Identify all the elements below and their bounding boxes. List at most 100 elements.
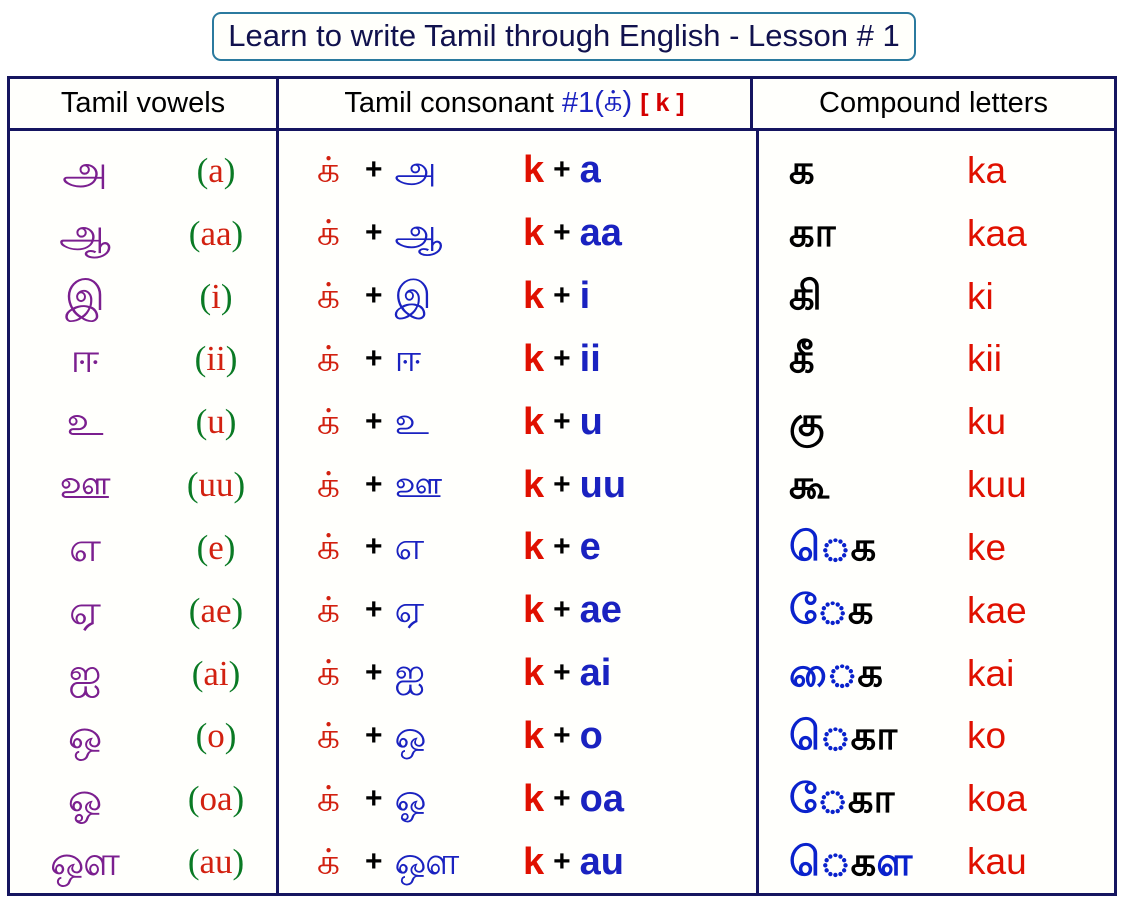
vowel-latin-glyph: ai bbox=[579, 652, 612, 695]
plus-sign: + bbox=[365, 844, 383, 878]
vowel-glyph: எ bbox=[394, 526, 425, 569]
vowel-glyph: ஏ bbox=[394, 589, 425, 632]
consonant-tamil-expression: க் + உ bbox=[279, 403, 511, 441]
vowel-row: ஔ (au) bbox=[10, 830, 276, 893]
compound-transliteration: kii bbox=[967, 338, 1002, 380]
compound-glyph: ெகள bbox=[759, 842, 949, 882]
vowel-translit-text: a bbox=[208, 150, 224, 190]
consonant-glyph: க் bbox=[317, 149, 341, 191]
plus-sign: + bbox=[365, 530, 383, 564]
consonant-latin-glyph: k bbox=[523, 337, 545, 380]
paren-close: ) bbox=[232, 779, 245, 819]
plus-sign: + bbox=[553, 467, 571, 501]
paren-open: ( bbox=[187, 779, 200, 819]
vowel-transliteration: (ii) bbox=[160, 341, 272, 376]
consonant-latin-glyph: k bbox=[523, 652, 545, 695]
compound-glyph: கா bbox=[759, 213, 949, 253]
consonant-list: க் + அ k + a க் + ஆ k + aa க் + இ k + i க் + ஈ k + ii க் + உ k + u க் +… bbox=[279, 131, 756, 893]
plus-sign: + bbox=[553, 593, 571, 627]
consonant-latin-expression: k + u bbox=[511, 403, 756, 441]
consonant-latin-glyph: k bbox=[523, 400, 545, 443]
vowel-glyph: அ bbox=[62, 146, 108, 193]
consonant-latin-glyph: k bbox=[523, 275, 545, 318]
compound-transliteration: kae bbox=[967, 589, 1027, 631]
compound-transliteration: ka bbox=[967, 149, 1007, 191]
consonant-glyph: க் bbox=[317, 777, 341, 819]
plus-sign: + bbox=[365, 781, 383, 815]
vowel-row: ஒ (o) bbox=[10, 704, 276, 767]
consonant-latin-expression: k + o bbox=[511, 717, 756, 755]
vowel-latin-glyph: ae bbox=[579, 589, 622, 632]
consonant-tamil-expression: க் + இ bbox=[279, 277, 511, 315]
compound-transliteration: ko bbox=[967, 715, 1007, 757]
vowel-sign-prefix: ெ bbox=[789, 525, 851, 570]
consonant-glyph: க் bbox=[317, 275, 341, 317]
consonant-latin-glyph: k bbox=[523, 777, 545, 820]
vowel-glyph: ஐ bbox=[394, 652, 426, 695]
compound-transliteration: ku bbox=[967, 401, 1007, 443]
vowel-glyph: ஐ bbox=[68, 649, 102, 696]
paren-open: ( bbox=[199, 276, 212, 316]
vowel-glyph: ஓ bbox=[394, 777, 427, 820]
vowel-translit-text: uu bbox=[198, 465, 234, 505]
compound-list: கkaகாkaaகிkiகீkiiகுkuகூkuuெகkeேகkaeைகkai… bbox=[759, 131, 1114, 893]
vowel-translit-text: ii bbox=[206, 339, 226, 379]
column-compound-letters: கkaகாkaaகிkiகீkiiகுkuகூkuuெகkeேகkaeைகkai… bbox=[759, 131, 1114, 893]
paren-close: ) bbox=[223, 150, 236, 190]
consonant-latin-glyph: k bbox=[523, 714, 545, 757]
compound-base: க bbox=[847, 588, 874, 633]
header-consonant-number: #1 bbox=[561, 87, 595, 119]
compound-transliteration: kau bbox=[967, 841, 1027, 883]
compound-base: க bbox=[789, 274, 822, 319]
vowel-translit-text: aa bbox=[200, 213, 232, 253]
compound-row: ெகள kau bbox=[759, 830, 1114, 893]
vowel-sign-suffix: ள bbox=[876, 839, 913, 884]
compound-glyph: ெகா bbox=[759, 716, 949, 756]
paren-open: ( bbox=[195, 716, 208, 756]
compound-transliteration: koa bbox=[967, 778, 1027, 820]
paren-open: ( bbox=[195, 402, 208, 442]
vowel-glyph: எ bbox=[69, 523, 101, 570]
compound-transliteration: kaa bbox=[967, 212, 1027, 254]
compound-base: க bbox=[789, 462, 830, 507]
vowel-sign-prefix: ே bbox=[789, 776, 848, 821]
compound-row: ேகா koa bbox=[759, 767, 1114, 830]
consonant-latin-expression: k + ae bbox=[511, 591, 756, 629]
plus-sign: + bbox=[553, 718, 571, 752]
vowel-row: அ (a) bbox=[10, 139, 276, 202]
vowel-glyph: ஆ bbox=[59, 209, 111, 256]
compound-base: க bbox=[850, 839, 877, 884]
column-tamil-consonant: க் + அ k + a க் + ஆ k + aa க் + இ k + i க் + ஈ k + ii க் + உ k + u க் +… bbox=[276, 131, 759, 893]
compound-base: க bbox=[850, 713, 898, 758]
vowel-transliteration: (i) bbox=[160, 279, 272, 314]
vowel-row: இ (i) bbox=[10, 265, 276, 328]
compound-row: கி ki bbox=[759, 265, 1114, 328]
consonant-row: க் + ஒ k + o bbox=[279, 704, 756, 767]
compound-glyph: கி bbox=[759, 276, 949, 316]
vowel-glyph: உ bbox=[66, 398, 104, 445]
compound-row: ேக kae bbox=[759, 579, 1114, 642]
vowel-glyph: ஒ bbox=[67, 712, 103, 759]
vowel-glyph: ஏ bbox=[69, 586, 101, 633]
vowel-sign-prefix: ே bbox=[789, 588, 848, 633]
compound-base: க bbox=[789, 148, 815, 193]
plus-sign: + bbox=[365, 593, 383, 627]
header-vowels-label: Tamil vowels bbox=[60, 87, 226, 119]
vowel-row: எ (e) bbox=[10, 516, 276, 579]
vowel-glyph: ஊ bbox=[394, 463, 443, 506]
paren-close: ) bbox=[224, 402, 237, 442]
consonant-tamil-expression: க் + ஏ bbox=[279, 591, 511, 629]
vowel-glyph: ஒ bbox=[394, 714, 427, 757]
consonant-latin-expression: k + aa bbox=[511, 214, 756, 252]
vowel-glyph: ஔ bbox=[394, 840, 460, 883]
consonant-tamil-expression: க் + ஆ bbox=[279, 214, 511, 252]
vowel-translit-text: oa bbox=[199, 779, 233, 819]
consonant-latin-expression: k + a bbox=[511, 151, 756, 189]
paren-close: ) bbox=[228, 653, 241, 693]
plus-sign: + bbox=[365, 341, 383, 375]
plus-sign: + bbox=[553, 530, 571, 564]
consonant-latin-expression: k + oa bbox=[511, 780, 756, 818]
vowel-latin-glyph: i bbox=[579, 275, 591, 318]
vowel-row: உ (u) bbox=[10, 390, 276, 453]
compound-row: கீ kii bbox=[759, 327, 1114, 390]
